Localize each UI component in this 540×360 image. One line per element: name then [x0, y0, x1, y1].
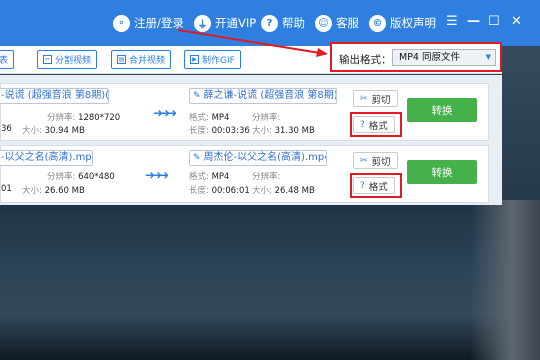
service-button[interactable]: ☺ 客服: [315, 12, 359, 34]
help-button[interactable]: ? 帮助: [261, 12, 305, 34]
file-row: -以父之名(高清).mp4 分辨率: 640*480 01 大小: 26.60 …: [0, 145, 489, 203]
minimize-icon[interactable]: —: [467, 14, 480, 29]
target-size: 大小: 26.48 MB: [252, 186, 315, 196]
add-file-label: 表: [0, 56, 9, 66]
login-button[interactable]: ⚬ 注册/登录: [113, 12, 184, 34]
source-size: 大小: 26.60 MB: [22, 186, 85, 196]
file-row: -说谎 (超强音浪 第8期)( 分辨率: 1280*720 36 大小: 30.…: [0, 83, 489, 141]
target-file-name[interactable]: ✎ 薛之谦-说谎 (超强音浪 第8期)(: [189, 88, 337, 104]
target-duration: 长度: 00:03:36: [189, 126, 250, 136]
target-resolution: 分辨率:: [252, 113, 281, 123]
user-icon: ⚬: [113, 14, 130, 32]
edit-icon: ✎: [193, 91, 201, 101]
title-bar: ⚬ 注册/登录 ⏚ 开通VIP ? 帮助 ☺ 客服 © 版权声明 ☰ — ☐ ✕: [0, 0, 540, 46]
make-gif-button[interactable]: ▶ 制作GIF: [184, 50, 241, 69]
scissors-icon: ✂: [360, 93, 368, 104]
make-gif-label: 制作GIF: [202, 56, 235, 66]
output-format-value: MP4 同原文件: [399, 52, 460, 63]
format-icon: ?: [360, 180, 365, 191]
source-duration: 01: [1, 184, 12, 194]
target-file-name[interactable]: ✎ 周杰伦-以父之名(高清).mp4: [189, 150, 327, 166]
vip-label: 开通VIP: [215, 16, 257, 30]
split-icon: ✂: [43, 55, 52, 64]
source-duration: 36: [1, 124, 12, 134]
convert-arrow-icon: ➜➜➜: [153, 106, 177, 120]
source-resolution: 分辨率: 640*480: [47, 172, 115, 182]
merge-video-label: 合并视频: [129, 56, 166, 66]
target-size: 大小: 31.30 MB: [252, 126, 315, 136]
copyright-icon: ©: [369, 14, 386, 32]
copyright-label: 版权声明: [390, 16, 436, 30]
source-file-name: -以父之名(高清).mp4: [0, 150, 93, 166]
scissors-icon: ✂: [360, 155, 368, 166]
source-resolution: 分辨率: 1280*720: [47, 113, 121, 123]
target-format: 格式: MP4: [189, 172, 230, 182]
target-resolution: 分辨率:: [252, 172, 281, 182]
target-duration: 长度: 00:06:01: [189, 186, 250, 196]
file-list: -说谎 (超强音浪 第8期)( 分辨率: 1280*720 36 大小: 30.…: [0, 75, 502, 205]
source-file-name: -说谎 (超强音浪 第8期)(: [0, 88, 109, 104]
convert-arrow-icon: ➜➜➜: [145, 168, 169, 182]
help-icon: ?: [261, 14, 278, 32]
format-icon: ?: [360, 119, 365, 130]
menu-icon[interactable]: ☰: [446, 14, 458, 29]
edit-icon: ✎: [193, 153, 201, 163]
desktop-background-right: [470, 200, 540, 360]
gif-icon: ▶: [190, 55, 199, 64]
convert-button[interactable]: 转换: [407, 98, 477, 122]
service-icon: ☺: [315, 14, 332, 32]
target-format: 格式: MP4: [189, 113, 230, 123]
add-file-button[interactable]: 表: [0, 50, 15, 69]
format-button[interactable]: ? 格式: [353, 116, 395, 133]
maximize-icon[interactable]: ☐: [488, 14, 500, 29]
vip-icon: ⏚: [194, 14, 211, 32]
output-format-select[interactable]: MP4 同原文件 ▼: [392, 49, 496, 66]
copyright-button[interactable]: © 版权声明: [369, 12, 436, 34]
split-video-button[interactable]: ✂ 分割视频: [37, 50, 98, 69]
help-label: 帮助: [282, 16, 305, 30]
merge-icon: ▤: [117, 55, 126, 64]
output-format-highlight: 输出格式： MP4 同原文件 ▼: [330, 42, 502, 72]
merge-video-button[interactable]: ▤ 合并视频: [111, 50, 172, 69]
cut-button[interactable]: ✂ 剪切: [353, 152, 398, 169]
split-video-label: 分割视频: [55, 56, 92, 66]
convert-button[interactable]: 转换: [407, 160, 477, 184]
close-icon[interactable]: ✕: [511, 14, 522, 29]
cut-button[interactable]: ✂ 剪切: [353, 90, 398, 107]
format-button[interactable]: ? 格式: [353, 177, 395, 194]
login-label: 注册/登录: [134, 16, 184, 30]
source-size: 大小: 30.94 MB: [22, 126, 85, 136]
desktop-background: [0, 205, 540, 360]
output-format-label: 输出格式：: [339, 54, 392, 66]
vip-button[interactable]: ⏚ 开通VIP: [194, 12, 256, 34]
service-label: 客服: [336, 16, 359, 30]
chevron-down-icon: ▼: [485, 53, 491, 61]
